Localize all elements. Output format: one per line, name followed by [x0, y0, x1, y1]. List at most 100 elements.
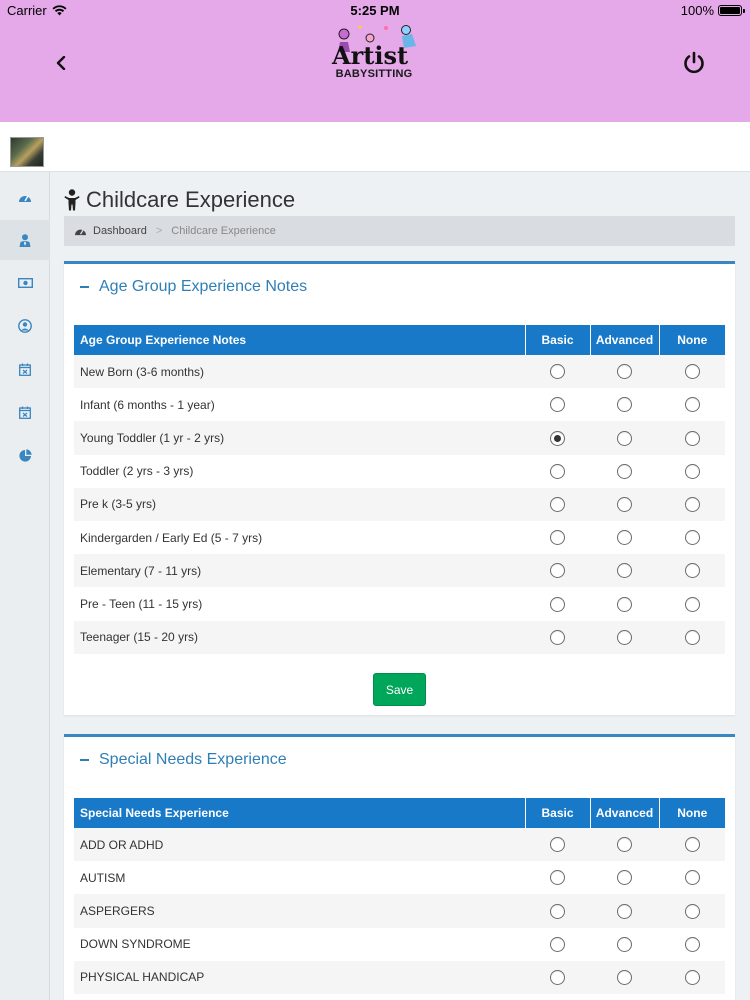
row-label: Teenager (15 - 20 yrs): [74, 620, 525, 654]
app-logo: Artist BABYSITTING: [326, 22, 422, 84]
radio-cell: [525, 861, 590, 895]
radio-none[interactable]: [684, 530, 700, 546]
sidebar-item-calendar[interactable]: [0, 349, 50, 389]
sidebar-item-profile[interactable]: [0, 306, 50, 346]
radio-none[interactable]: [684, 936, 700, 952]
collapse-button[interactable]: [80, 286, 89, 288]
radio-cell: [525, 421, 590, 455]
radio-advanced[interactable]: [617, 463, 632, 479]
row-label: Pre k (3-5 yrs): [74, 487, 525, 521]
radio-cell: [590, 960, 659, 994]
radio-none[interactable]: [684, 629, 700, 645]
radio-cell: [590, 388, 659, 422]
table-row: Pre k (3-5 yrs): [74, 487, 725, 521]
radio-cell: [590, 861, 659, 895]
radio-cell: [590, 487, 659, 521]
radio-cell: [659, 454, 725, 488]
table-row: Kindergarden / Early Ed (5 - 7 yrs): [74, 520, 725, 555]
back-button[interactable]: [50, 50, 72, 76]
collapse-button[interactable]: [80, 759, 89, 761]
radio-advanced[interactable]: [617, 903, 632, 919]
radio-advanced[interactable]: [617, 430, 632, 446]
radio-none[interactable]: [684, 497, 700, 512]
pie-chart-icon: [18, 448, 32, 462]
sidebar: [0, 172, 50, 1000]
radio-basic[interactable]: [550, 530, 565, 546]
money-icon: [17, 278, 33, 288]
radio-basic[interactable]: [550, 497, 565, 512]
table-row: Young Toddler (1 yr - 2 yrs): [74, 421, 725, 455]
breadcrumb-home[interactable]: Dashboard: [74, 225, 147, 237]
logout-button[interactable]: [680, 48, 708, 78]
row-label: New Born (3-6 months): [74, 355, 525, 389]
radio-none[interactable]: [684, 596, 700, 612]
radio-cell: [525, 828, 590, 862]
special-needs-table: Special Needs Experience Basic Advanced …: [74, 798, 725, 994]
sidebar-item-childcare[interactable]: [0, 220, 50, 260]
radio-cell: [525, 587, 590, 621]
radio-basic[interactable]: [550, 903, 565, 919]
radio-advanced[interactable]: [617, 936, 632, 952]
radio-cell: [659, 554, 725, 588]
radio-advanced[interactable]: [617, 530, 632, 546]
radio-advanced[interactable]: [617, 364, 632, 380]
table-row: New Born (3-6 months): [74, 355, 725, 389]
radio-basic[interactable]: [550, 430, 565, 446]
radio-advanced[interactable]: [617, 970, 632, 985]
radio-basic[interactable]: [550, 629, 565, 645]
radio-none[interactable]: [684, 970, 700, 985]
radio-advanced[interactable]: [617, 563, 632, 579]
row-label: ADD OR ADHD: [74, 828, 525, 862]
radio-advanced[interactable]: [617, 870, 632, 886]
radio-cell: [659, 828, 725, 862]
radio-advanced[interactable]: [617, 497, 632, 512]
radio-basic[interactable]: [550, 463, 565, 479]
radio-cell: [525, 388, 590, 422]
radio-basic[interactable]: [550, 596, 565, 612]
radio-cell: [525, 927, 590, 961]
radio-none[interactable]: [684, 837, 700, 853]
radio-cell: [525, 960, 590, 994]
radio-basic[interactable]: [550, 563, 565, 579]
radio-cell: [590, 828, 659, 862]
radio-advanced[interactable]: [617, 596, 632, 612]
row-label: DOWN SYNDROME: [74, 927, 525, 961]
radio-cell: [525, 487, 590, 521]
radio-none[interactable]: [684, 563, 700, 579]
radio-none[interactable]: [684, 903, 700, 919]
save-button[interactable]: Save: [373, 673, 426, 706]
child-icon: [64, 189, 80, 211]
radio-cell: [590, 587, 659, 621]
radio-none[interactable]: [684, 364, 700, 380]
row-label: Toddler (2 yrs - 3 yrs): [74, 454, 525, 488]
sidebar-item-reports[interactable]: [0, 435, 50, 475]
breadcrumb-home-label: Dashboard: [93, 225, 147, 237]
radio-advanced[interactable]: [617, 397, 632, 413]
radio-basic[interactable]: [550, 397, 565, 413]
radio-basic[interactable]: [550, 837, 565, 853]
sidebar-item-payments[interactable]: [0, 263, 50, 303]
radio-none[interactable]: [684, 397, 700, 413]
radio-cell: [590, 894, 659, 928]
radio-cell: [590, 454, 659, 488]
radio-basic[interactable]: [550, 936, 565, 952]
breadcrumb: Dashboard > Childcare Experience: [64, 216, 735, 246]
radio-advanced[interactable]: [617, 629, 632, 645]
radio-cell: [659, 487, 725, 521]
sidebar-item-schedule[interactable]: [0, 392, 50, 432]
radio-none[interactable]: [684, 870, 700, 886]
radio-basic[interactable]: [550, 364, 565, 380]
radio-cell: [659, 388, 725, 422]
radio-cell: [590, 520, 659, 555]
user-circle-icon: [18, 319, 32, 333]
column-header-advanced: Advanced: [589, 325, 659, 355]
table-row: DOWN SYNDROME: [74, 927, 725, 961]
radio-basic[interactable]: [550, 970, 565, 985]
sidebar-item-dashboard[interactable]: [0, 178, 50, 218]
radio-none[interactable]: [684, 430, 700, 446]
radio-basic[interactable]: [550, 870, 565, 886]
avatar[interactable]: [10, 137, 44, 167]
radio-none[interactable]: [684, 463, 700, 479]
logo-wordmark: Artist: [331, 41, 408, 68]
radio-advanced[interactable]: [617, 837, 632, 853]
